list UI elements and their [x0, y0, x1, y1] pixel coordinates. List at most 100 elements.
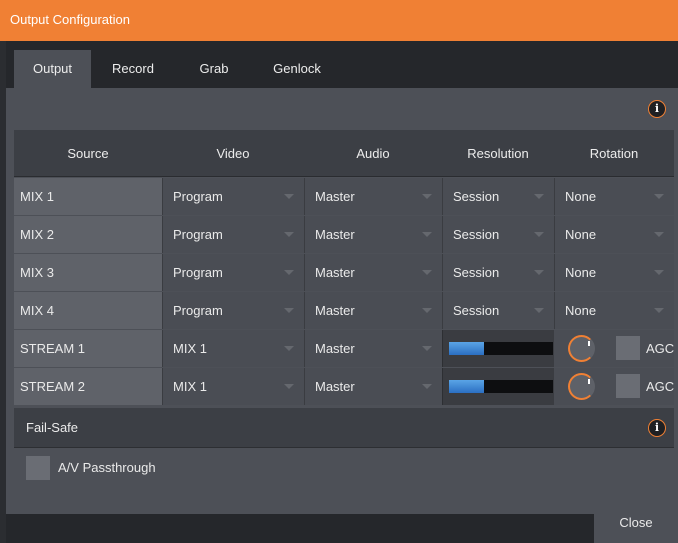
- audio-select[interactable]: Master: [304, 330, 442, 367]
- knob-indicator: [588, 341, 590, 346]
- chevron-down-icon: [422, 194, 432, 199]
- video-select[interactable]: Program: [162, 254, 304, 291]
- chevron-down-icon: [534, 270, 544, 275]
- audio-value: Master: [315, 341, 355, 356]
- table-row: MIX 1 Program Master Session None: [14, 178, 674, 215]
- source-label: MIX 3: [14, 254, 162, 291]
- agc-checkbox[interactable]: [616, 374, 640, 398]
- header-audio: Audio: [356, 146, 390, 161]
- source-label: MIX 4: [14, 292, 162, 329]
- chevron-down-icon: [422, 232, 432, 237]
- failsafe-section: Fail-Safe i A/V Passthrough: [14, 408, 674, 490]
- resolution-select[interactable]: Session: [442, 216, 554, 253]
- chevron-down-icon: [654, 232, 664, 237]
- dialog-footer: Close: [6, 502, 678, 543]
- chevron-down-icon: [284, 308, 294, 313]
- av-passthrough-checkbox[interactable]: [26, 456, 50, 480]
- audio-value: Master: [315, 189, 355, 204]
- source-label: MIX 2: [14, 216, 162, 253]
- rotation-select[interactable]: None: [554, 178, 674, 215]
- rotation-select[interactable]: None: [554, 254, 674, 291]
- info-icon[interactable]: i: [648, 419, 666, 437]
- video-select[interactable]: Program: [162, 216, 304, 253]
- rotation-value: None: [565, 303, 597, 318]
- audio-select[interactable]: Master: [304, 254, 442, 291]
- chevron-down-icon: [284, 194, 294, 199]
- agc-checkbox[interactable]: [616, 336, 640, 360]
- chevron-down-icon: [284, 346, 294, 351]
- tab-grab[interactable]: Grab: [175, 50, 253, 88]
- close-button[interactable]: Close: [594, 502, 678, 543]
- table-row: MIX 2 Program Master Session None: [14, 216, 674, 253]
- header-rotation: Rotation: [589, 146, 639, 161]
- chevron-down-icon: [422, 384, 432, 389]
- video-select[interactable]: Program: [162, 292, 304, 329]
- rotation-value: None: [565, 227, 597, 242]
- chevron-down-icon: [534, 232, 544, 237]
- video-value: MIX 1: [173, 379, 207, 394]
- resolution-select[interactable]: Session: [442, 254, 554, 291]
- tab-record[interactable]: Record: [91, 50, 175, 88]
- chevron-down-icon: [284, 270, 294, 275]
- output-configuration-dialog: Output Record Grab Genlock i Source Vide…: [6, 41, 678, 543]
- audio-select[interactable]: Master: [304, 178, 442, 215]
- agc-label: AGC: [646, 379, 675, 394]
- resolution-select[interactable]: Session: [442, 292, 554, 329]
- video-value: Program: [173, 303, 223, 318]
- resolution-value: Session: [453, 303, 500, 318]
- resolution-select[interactable]: Session: [442, 178, 554, 215]
- header-video: Video: [216, 146, 250, 161]
- gain-control-cell: AGC: [554, 368, 674, 405]
- rotation-select[interactable]: None: [554, 216, 674, 253]
- rotation-value: None: [565, 189, 597, 204]
- audio-meter-cell: [442, 330, 554, 367]
- chevron-down-icon: [422, 270, 432, 275]
- chevron-down-icon: [422, 308, 432, 313]
- window-title: Output Configuration: [10, 12, 130, 27]
- audio-level-meter: [449, 380, 553, 393]
- output-panel: i Source Video Audio Resolution Rotation…: [6, 88, 678, 514]
- video-value: Program: [173, 189, 223, 204]
- table-row: MIX 4 Program Master Session None: [14, 292, 674, 329]
- header-source: Source: [67, 146, 109, 161]
- audio-level-fill: [449, 342, 485, 355]
- chevron-down-icon: [534, 308, 544, 313]
- tab-genlock[interactable]: Genlock: [253, 50, 341, 88]
- tab-output[interactable]: Output: [14, 50, 91, 88]
- chevron-down-icon: [534, 194, 544, 199]
- video-value: Program: [173, 265, 223, 280]
- title-bar: Output Configuration: [0, 0, 678, 41]
- table-row: MIX 3 Program Master Session None: [14, 254, 674, 291]
- chevron-down-icon: [654, 308, 664, 313]
- audio-value: Master: [315, 227, 355, 242]
- header-resolution: Resolution: [467, 146, 529, 161]
- gain-knob[interactable]: [568, 335, 595, 362]
- av-passthrough-label: A/V Passthrough: [58, 460, 156, 475]
- resolution-value: Session: [453, 227, 500, 242]
- rotation-value: None: [565, 265, 597, 280]
- failsafe-header: Fail-Safe i: [14, 408, 674, 448]
- table-header: Source Video Audio Resolution Rotation: [14, 130, 674, 177]
- table-row: STREAM 2 MIX 1 Master AGC: [14, 368, 674, 405]
- audio-select[interactable]: Master: [304, 292, 442, 329]
- source-label: MIX 1: [14, 178, 162, 215]
- video-select[interactable]: MIX 1: [162, 330, 304, 367]
- failsafe-title: Fail-Safe: [26, 420, 79, 435]
- table-row: STREAM 1 MIX 1 Master AGC: [14, 330, 674, 367]
- audio-select[interactable]: Master: [304, 216, 442, 253]
- failsafe-body: A/V Passthrough: [14, 448, 674, 490]
- audio-meter-cell: [442, 368, 554, 405]
- gain-knob[interactable]: [568, 373, 595, 400]
- audio-value: Master: [315, 303, 355, 318]
- knob-indicator: [588, 379, 590, 384]
- gain-control-cell: AGC: [554, 330, 674, 367]
- audio-level-meter: [449, 342, 553, 355]
- resolution-value: Session: [453, 189, 500, 204]
- rotation-select[interactable]: None: [554, 292, 674, 329]
- audio-select[interactable]: Master: [304, 368, 442, 405]
- video-select[interactable]: MIX 1: [162, 368, 304, 405]
- audio-value: Master: [315, 379, 355, 394]
- info-icon[interactable]: i: [648, 100, 666, 118]
- video-value: Program: [173, 227, 223, 242]
- video-select[interactable]: Program: [162, 178, 304, 215]
